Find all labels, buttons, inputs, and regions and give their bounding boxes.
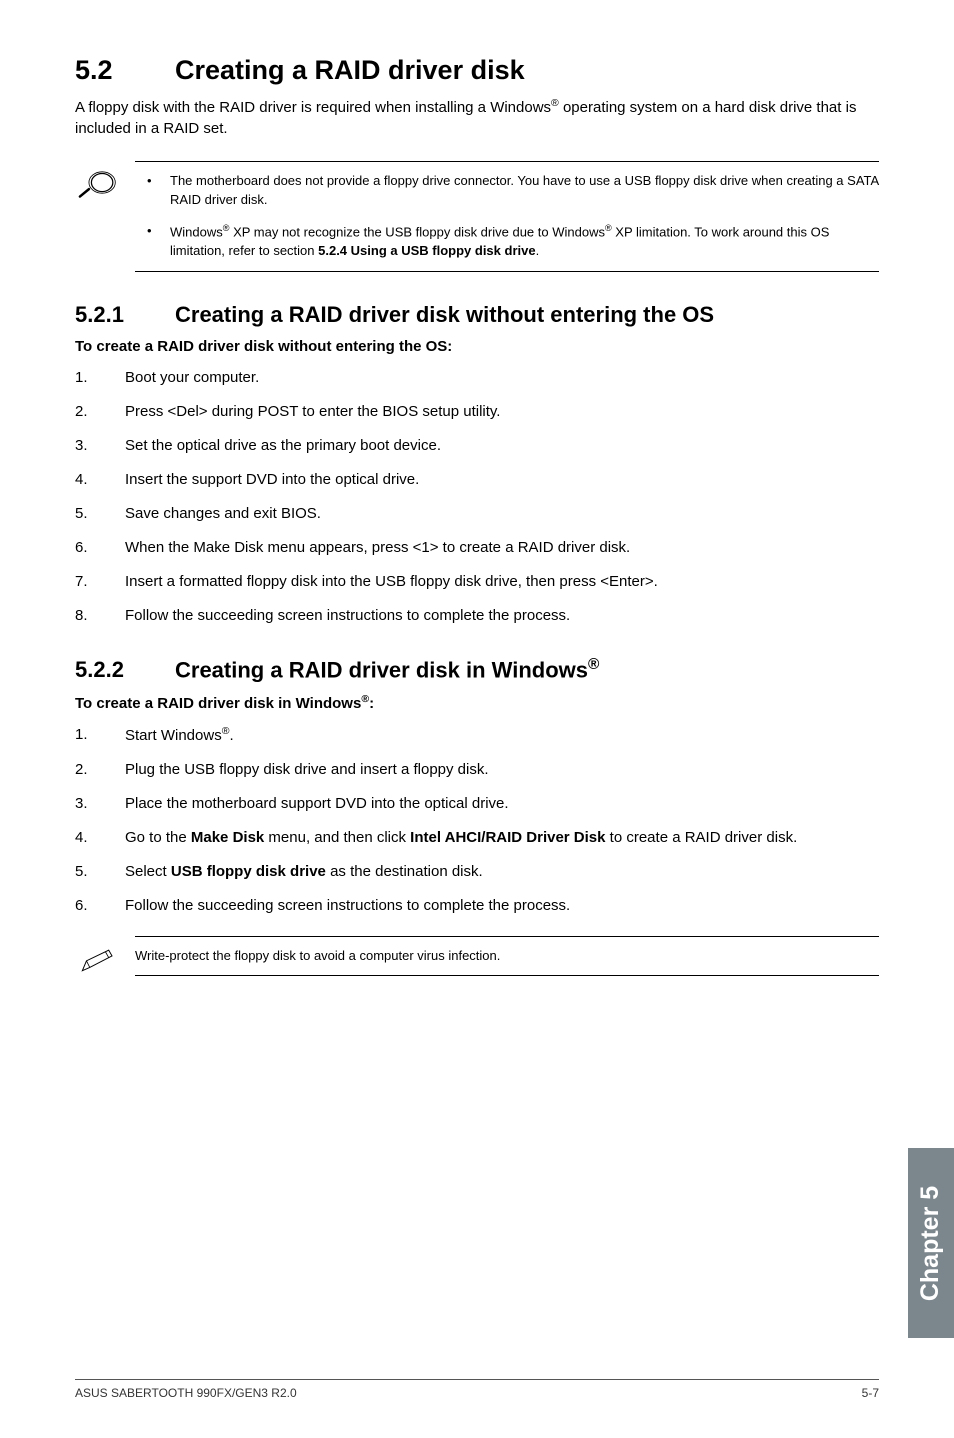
procedure-title: To create a RAID driver disk without ent… bbox=[75, 338, 879, 355]
footer-left: ASUS SABERTOOTH 990FX/GEN3 R2.0 bbox=[75, 1386, 297, 1400]
page-footer: ASUS SABERTOOTH 990FX/GEN3 R2.0 5-7 bbox=[75, 1379, 879, 1400]
note-text: Write-protect the floppy disk to avoid a… bbox=[135, 948, 500, 963]
section-title: Creating a RAID driver disk bbox=[175, 55, 525, 85]
subhead-text: : bbox=[369, 695, 374, 712]
procedure-title: To create a RAID driver disk in Windows®… bbox=[75, 693, 879, 712]
registered-mark: ® bbox=[588, 656, 599, 673]
note-icon-cell bbox=[75, 161, 135, 199]
step-item: Go to the Make Disk menu, and then click… bbox=[75, 827, 879, 848]
subsection-heading: 5.2.1Creating a RAID driver disk without… bbox=[75, 302, 879, 328]
step-item: Follow the succeeding screen instruction… bbox=[75, 895, 879, 916]
footer-right: 5-7 bbox=[862, 1386, 879, 1400]
step-item: Insert a formatted floppy disk into the … bbox=[75, 571, 879, 592]
procedure-list: Start Windows®. Plug the USB floppy disk… bbox=[75, 724, 879, 916]
procedure-list: Boot your computer. Press <Del> during P… bbox=[75, 367, 879, 626]
step-text: menu, and then click bbox=[264, 829, 410, 846]
step-item: When the Make Disk menu appears, press <… bbox=[75, 537, 879, 558]
chapter-tab-label: Chapter 5 bbox=[917, 1185, 946, 1300]
note-text: Windows bbox=[170, 224, 223, 239]
subsection-number: 5.2.2 bbox=[75, 657, 175, 683]
note-box: The motherboard does not provide a flopp… bbox=[75, 161, 879, 272]
subsection-title: Creating a RAID driver disk in Windows bbox=[175, 657, 588, 682]
subsection-number: 5.2.1 bbox=[75, 302, 175, 328]
note-bold: 5.2.4 Using a USB floppy disk drive bbox=[318, 243, 535, 258]
step-item: Save changes and exit BIOS. bbox=[75, 503, 879, 524]
chapter-tab: Chapter 5 bbox=[908, 1148, 954, 1338]
magnifier-icon bbox=[77, 171, 119, 199]
step-text: . bbox=[229, 727, 233, 744]
registered-mark: ® bbox=[361, 693, 369, 705]
step-item: Follow the succeeding screen instruction… bbox=[75, 605, 879, 626]
step-text: to create a RAID driver disk. bbox=[606, 829, 798, 846]
registered-mark: ® bbox=[551, 97, 559, 109]
subsection-title: Creating a RAID driver disk without ente… bbox=[175, 302, 714, 327]
section-intro: A floppy disk with the RAID driver is re… bbox=[75, 96, 879, 139]
note-icon-cell bbox=[75, 936, 135, 974]
step-item: Select USB floppy disk drive as the dest… bbox=[75, 861, 879, 882]
section-heading: 5.2Creating a RAID driver disk bbox=[75, 55, 879, 86]
step-text: Start Windows bbox=[125, 727, 222, 744]
subsection-heading: 5.2.2Creating a RAID driver disk in Wind… bbox=[75, 656, 879, 683]
subhead-text: To create a RAID driver disk in Windows bbox=[75, 695, 361, 712]
section-number: 5.2 bbox=[75, 55, 175, 86]
step-item: Insert the support DVD into the optical … bbox=[75, 469, 879, 490]
note-text: The motherboard does not provide a flopp… bbox=[170, 173, 655, 188]
note-content: Write-protect the floppy disk to avoid a… bbox=[135, 936, 879, 976]
step-item: Start Windows®. bbox=[75, 724, 879, 746]
step-item: Press <Del> during POST to enter the BIO… bbox=[75, 401, 879, 422]
pencil-icon bbox=[77, 946, 119, 974]
registered-mark: ® bbox=[605, 223, 612, 233]
step-text: Select bbox=[125, 863, 171, 880]
step-text: Go to the bbox=[125, 829, 191, 846]
step-bold: Intel AHCI/RAID Driver Disk bbox=[410, 829, 605, 846]
note-box: Write-protect the floppy disk to avoid a… bbox=[75, 936, 879, 976]
step-bold: USB floppy disk drive bbox=[171, 863, 326, 880]
intro-text-a: A floppy disk with the RAID driver is re… bbox=[75, 99, 551, 116]
step-item: Plug the USB floppy disk drive and inser… bbox=[75, 759, 879, 780]
note-item: The motherboard does not provide a flopp… bbox=[135, 172, 879, 210]
note-item: Windows ® XP may not recognize the USB fl… bbox=[135, 222, 879, 261]
step-text: as the destination disk. bbox=[326, 863, 483, 880]
note-content: The motherboard does not provide a flopp… bbox=[135, 161, 879, 272]
step-item: Boot your computer. bbox=[75, 367, 879, 388]
step-bold: Make Disk bbox=[191, 829, 264, 846]
step-item: Set the optical drive as the primary boo… bbox=[75, 435, 879, 456]
step-item: Place the motherboard support DVD into t… bbox=[75, 793, 879, 814]
note-text: XP may not recognize the USB floppy disk… bbox=[229, 224, 605, 239]
note-text: . bbox=[536, 243, 540, 258]
